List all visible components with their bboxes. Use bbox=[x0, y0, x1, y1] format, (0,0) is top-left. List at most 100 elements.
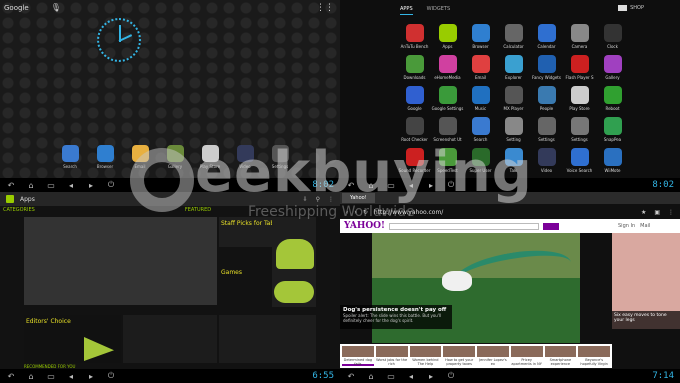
recents-icon[interactable]: ▭ bbox=[386, 372, 396, 381]
app-launcher[interactable]: Clock bbox=[596, 24, 629, 49]
app-launcher[interactable]: Music bbox=[464, 86, 497, 111]
app-icon bbox=[570, 24, 589, 42]
app-launcher[interactable]: Calculator bbox=[497, 24, 530, 49]
sign-in-link[interactable]: Sign In bbox=[618, 223, 635, 229]
app-launcher[interactable]: Play Store bbox=[563, 86, 596, 111]
editors-choice-tile[interactable]: Editors' Choice bbox=[24, 315, 121, 363]
story-caption[interactable]: Dog's persistence doesn't pay off Spoile… bbox=[340, 305, 452, 329]
app-launcher[interactable]: Apps bbox=[431, 24, 464, 49]
app-launcher[interactable]: SnapPea bbox=[596, 117, 629, 142]
google-search-bar[interactable]: Google 🎙 bbox=[4, 3, 61, 12]
app-label: Browser bbox=[96, 164, 114, 169]
app-launcher[interactable]: Setting bbox=[497, 117, 530, 142]
yahoo-logo[interactable]: YAHOO! bbox=[344, 221, 385, 231]
story-thumbnail[interactable]: Women behind The Help bbox=[409, 346, 442, 366]
app-icon bbox=[504, 86, 523, 104]
featured-banner[interactable] bbox=[24, 217, 217, 305]
power-icon[interactable]: ⏻ bbox=[106, 371, 116, 380]
side-story[interactable]: Six easy moves to tone your legs bbox=[612, 233, 680, 329]
app-launcher[interactable]: AnTuTu Bench bbox=[398, 24, 431, 49]
app-launcher[interactable]: Google bbox=[398, 86, 431, 111]
app-launcher[interactable]: Calendar bbox=[530, 24, 563, 49]
app-label: Apps bbox=[442, 44, 453, 49]
categories-header[interactable]: CATEGORIES bbox=[3, 207, 35, 215]
volume-down-icon[interactable]: ◂ bbox=[66, 372, 76, 381]
story-thumbnail[interactable]: Pricey apartments in NY bbox=[510, 346, 543, 366]
app-tile[interactable] bbox=[219, 315, 316, 363]
app-launcher[interactable]: WiiMote bbox=[596, 148, 629, 173]
volume-down-icon[interactable]: ◂ bbox=[406, 372, 416, 381]
bookmarks-icon[interactable]: ▣ bbox=[654, 209, 660, 216]
story-thumbnail[interactable]: Worst jobs for the rich bbox=[375, 346, 408, 366]
mail-link[interactable]: Mail bbox=[640, 223, 650, 229]
thumbnail-image bbox=[510, 346, 543, 357]
app-icon bbox=[471, 86, 490, 104]
play-store-icon[interactable] bbox=[6, 195, 14, 203]
app-launcher[interactable]: eHomeMedia bbox=[431, 55, 464, 80]
volume-up-icon[interactable]: ▸ bbox=[86, 372, 96, 381]
overflow-menu-icon[interactable]: ⋮ bbox=[668, 209, 674, 216]
recents-icon[interactable]: ▭ bbox=[46, 372, 56, 381]
dock-app[interactable]: Browser bbox=[93, 145, 117, 169]
volume-down-icon[interactable]: ◂ bbox=[66, 181, 76, 190]
app-icon bbox=[438, 117, 457, 135]
app-launcher[interactable]: Settings bbox=[530, 117, 563, 142]
story-thumbnail[interactable]: How to get your property taxes bbox=[443, 346, 475, 366]
app-launcher[interactable]: Gallery bbox=[596, 55, 629, 80]
mic-icon[interactable]: 🎙 bbox=[51, 3, 61, 12]
app-launcher[interactable]: Fancy Widgets bbox=[530, 55, 563, 80]
app-icon bbox=[603, 55, 622, 73]
app-launcher[interactable]: Search bbox=[464, 117, 497, 142]
app-launcher[interactable]: Settings bbox=[563, 117, 596, 142]
android-tile[interactable] bbox=[272, 217, 316, 307]
app-launcher[interactable]: Downloads bbox=[398, 55, 431, 80]
dock-app[interactable]: Search bbox=[58, 145, 82, 169]
app-launcher[interactable]: Browser bbox=[464, 24, 497, 49]
app-label: Downloads bbox=[403, 75, 426, 80]
home-icon[interactable]: ⌂ bbox=[26, 372, 36, 381]
story-thumbnail[interactable]: Jennifer Lopez's ex bbox=[477, 346, 509, 366]
app-launcher[interactable]: Voice Search bbox=[563, 148, 596, 173]
app-launcher[interactable]: Root Checker bbox=[398, 117, 431, 142]
app-label: Play Store bbox=[569, 106, 590, 111]
tab-apps[interactable]: APPS bbox=[400, 6, 413, 15]
shop-button[interactable]: SHOP bbox=[618, 5, 644, 11]
app-launcher[interactable]: Explorer bbox=[497, 55, 530, 80]
story-thumbnail[interactable]: Smartphone experience bbox=[544, 346, 577, 366]
recents-icon[interactable]: ▭ bbox=[46, 181, 56, 190]
power-icon[interactable]: ⏻ bbox=[446, 371, 456, 380]
app-tile[interactable] bbox=[123, 315, 217, 363]
games-label[interactable]: Games bbox=[221, 269, 242, 276]
app-launcher[interactable]: Camera bbox=[563, 24, 596, 49]
home-icon[interactable]: ⌂ bbox=[26, 181, 36, 190]
home-icon[interactable]: ⌂ bbox=[366, 372, 376, 381]
bookmark-star-icon[interactable]: ★ bbox=[641, 209, 646, 216]
app-launcher[interactable]: Screenshot Ut bbox=[431, 117, 464, 142]
volume-up-icon[interactable]: ▸ bbox=[86, 181, 96, 190]
tab-widgets[interactable]: WIDGETS bbox=[427, 6, 451, 15]
featured-header[interactable]: FEATURED bbox=[185, 207, 211, 215]
thumbnail-image bbox=[544, 346, 577, 357]
all-apps-icon[interactable]: ⋮⋮ bbox=[316, 3, 334, 13]
yahoo-search-button[interactable] bbox=[542, 222, 559, 230]
app-launcher[interactable]: Google Settings bbox=[431, 86, 464, 111]
yahoo-search-input[interactable] bbox=[388, 222, 539, 230]
app-icon bbox=[537, 55, 556, 73]
app-launcher[interactable]: Email bbox=[464, 55, 497, 80]
back-icon[interactable]: ↶ bbox=[346, 372, 356, 381]
app-launcher[interactable]: MX Player bbox=[497, 86, 530, 111]
volume-up-icon[interactable]: ▸ bbox=[426, 372, 436, 381]
yahoo-header: YAHOO! bbox=[340, 219, 612, 233]
app-launcher[interactable]: Video bbox=[530, 148, 563, 173]
power-icon[interactable]: ⏻ bbox=[106, 180, 116, 189]
back-icon[interactable]: ↶ bbox=[6, 181, 16, 190]
app-icon bbox=[438, 24, 457, 42]
app-launcher[interactable]: People bbox=[530, 86, 563, 111]
story-thumbnail[interactable]: Determined dog fails bbox=[342, 346, 374, 366]
app-launcher[interactable]: Flash Player S bbox=[563, 55, 596, 80]
analog-clock-widget[interactable] bbox=[97, 18, 141, 62]
back-icon[interactable]: ↶ bbox=[6, 372, 16, 381]
story-thumbnail[interactable]: Beyonce's hopefully Virgin bbox=[578, 346, 610, 366]
app-icon bbox=[471, 24, 490, 42]
app-launcher[interactable]: Reboot bbox=[596, 86, 629, 111]
